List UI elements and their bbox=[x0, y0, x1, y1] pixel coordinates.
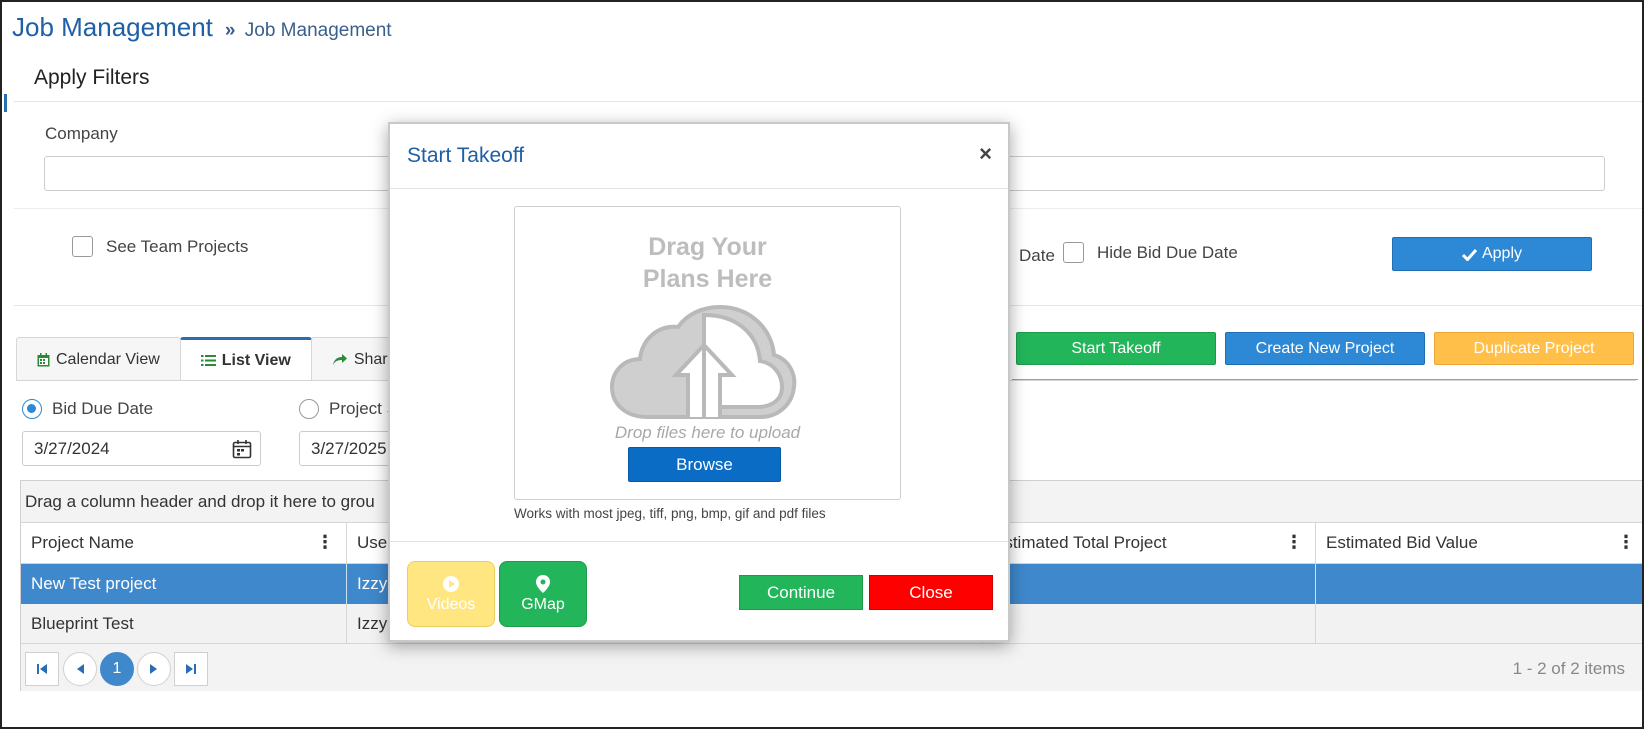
gmap-button[interactable]: GMap bbox=[499, 561, 587, 627]
share-icon bbox=[332, 354, 347, 365]
continue-button[interactable]: Continue bbox=[739, 575, 863, 610]
column-header-label: Project Name bbox=[31, 533, 134, 552]
cell-estimated-bid-value bbox=[1316, 604, 1642, 644]
list-icon bbox=[200, 355, 216, 366]
dropzone-subtext: Drop files here to upload bbox=[614, 423, 801, 442]
bid-due-date-option[interactable]: Bid Due Date bbox=[22, 399, 153, 419]
tab-label: List View bbox=[221, 351, 291, 369]
from-date-value: 3/27/2024 bbox=[34, 438, 110, 458]
check-icon bbox=[1461, 248, 1477, 261]
dropzone-heading-line: Drag Your bbox=[648, 233, 767, 261]
duplicate-project-button[interactable]: Duplicate Project bbox=[1434, 332, 1634, 365]
videos-button[interactable]: Videos bbox=[407, 561, 495, 627]
tab-list-view[interactable]: List View bbox=[179, 337, 312, 381]
page-title: Job Management bbox=[12, 12, 213, 42]
videos-label: Videos bbox=[426, 595, 476, 613]
cell-project-name: Blueprint Test bbox=[21, 604, 347, 644]
file-dropzone[interactable]: Drag Your Plans Here Drop files here to … bbox=[514, 206, 901, 500]
hide-bid-due-date-label: Hide Bid Due Date bbox=[1097, 242, 1238, 262]
cell-estimated-bid-value bbox=[1316, 564, 1642, 604]
breadcrumb-separator: » bbox=[224, 20, 236, 41]
cell-estimated-total-project bbox=[983, 564, 1316, 604]
last-page-button[interactable] bbox=[174, 652, 208, 686]
from-date-input[interactable]: 3/27/2024 bbox=[22, 431, 261, 466]
pager: 1 1 - 2 of 2 items bbox=[21, 644, 1642, 691]
see-team-projects-option[interactable]: See Team Projects bbox=[72, 236, 248, 257]
column-menu-icon[interactable]: ⋮ bbox=[1617, 533, 1635, 551]
next-page-button[interactable] bbox=[137, 652, 171, 686]
cell-project-name: New Test project bbox=[21, 564, 347, 604]
left-accent-bar bbox=[4, 94, 7, 112]
project-date-option[interactable]: Project S bbox=[299, 399, 398, 419]
see-team-projects-label: See Team Projects bbox=[106, 236, 249, 256]
to-date-value: 3/27/2025 bbox=[311, 438, 387, 458]
calendar-picker-icon[interactable] bbox=[232, 439, 252, 459]
create-new-project-button[interactable]: Create New Project bbox=[1225, 332, 1425, 365]
column-menu-icon[interactable]: ⋮ bbox=[1285, 533, 1303, 551]
start-takeoff-modal: Start Takeoff × Drag Your Plans Here Dro… bbox=[388, 122, 1010, 642]
pager-info: 1 - 2 of 2 items bbox=[1512, 659, 1625, 678]
company-label: Company bbox=[45, 124, 118, 143]
cell-estimated-total-project bbox=[983, 604, 1316, 644]
project-date-radio[interactable] bbox=[299, 399, 319, 419]
start-takeoff-button[interactable]: Start Takeoff bbox=[1016, 332, 1216, 365]
divider bbox=[14, 101, 1642, 102]
view-tabs: Calendar View List View Share bbox=[16, 337, 410, 381]
filters-heading: Apply Filters bbox=[34, 66, 150, 89]
apply-label: Apply bbox=[1481, 245, 1523, 262]
cloud-upload-icon bbox=[609, 305, 797, 419]
column-header-label: Estimated Bid Value bbox=[1326, 533, 1478, 552]
column-header-estimated-bid-value[interactable]: Estimated Bid Value ⋮ bbox=[1316, 523, 1642, 564]
gmap-label: GMap bbox=[521, 595, 565, 613]
tab-label: Calendar View bbox=[56, 350, 160, 368]
first-page-button[interactable] bbox=[25, 652, 59, 686]
first-page-icon bbox=[37, 664, 47, 674]
browse-button[interactable]: Browse bbox=[628, 447, 781, 482]
modal-title: Start Takeoff bbox=[407, 144, 525, 167]
column-header-label: Estimated Total Project bbox=[993, 533, 1167, 552]
breadcrumb-item[interactable]: Job Management bbox=[245, 20, 392, 41]
breadcrumb: » Job Management bbox=[225, 20, 392, 42]
column-header-estimated-total-project[interactable]: Estimated Total Project ⋮ bbox=[983, 523, 1316, 564]
previous-page-icon bbox=[77, 664, 84, 674]
play-icon bbox=[443, 575, 459, 592]
dropzone-heading: Drag Your Plans Here bbox=[515, 231, 900, 295]
supported-formats-note: Works with most jpeg, tiff, png, bmp, gi… bbox=[514, 506, 826, 521]
close-button[interactable]: Close bbox=[869, 575, 993, 610]
hide-bid-due-date-checkbox[interactable] bbox=[1063, 242, 1084, 263]
page-header: Job Management » Job Management bbox=[12, 12, 392, 43]
hide-bid-due-date-option[interactable]: Hide Bid Due Date bbox=[1063, 242, 1238, 263]
previous-page-button[interactable] bbox=[63, 652, 97, 686]
divider bbox=[390, 188, 1008, 189]
map-pin-icon bbox=[536, 574, 550, 593]
divider bbox=[390, 541, 1008, 542]
bid-due-date-radio[interactable] bbox=[22, 399, 42, 419]
column-menu-icon[interactable]: ⋮ bbox=[316, 533, 334, 551]
bid-due-date-label: Bid Due Date bbox=[52, 399, 154, 418]
tab-calendar-view[interactable]: Calendar View bbox=[16, 337, 181, 381]
divider bbox=[1012, 379, 1638, 380]
modal-close-icon[interactable]: × bbox=[979, 141, 992, 167]
page-number-button[interactable]: 1 bbox=[100, 652, 134, 686]
apply-button[interactable]: Apply bbox=[1392, 237, 1592, 271]
calendar-icon bbox=[37, 352, 50, 366]
date-label-fragment: Date bbox=[1019, 246, 1055, 265]
see-team-projects-checkbox[interactable] bbox=[72, 236, 93, 257]
column-header-project-name[interactable]: Project Name ⋮ bbox=[21, 523, 347, 564]
last-page-icon bbox=[186, 664, 196, 674]
next-page-icon bbox=[150, 664, 157, 674]
dropzone-heading-line: Plans Here bbox=[642, 265, 773, 293]
page: Job Management » Job Management Apply Fi… bbox=[0, 0, 1644, 729]
